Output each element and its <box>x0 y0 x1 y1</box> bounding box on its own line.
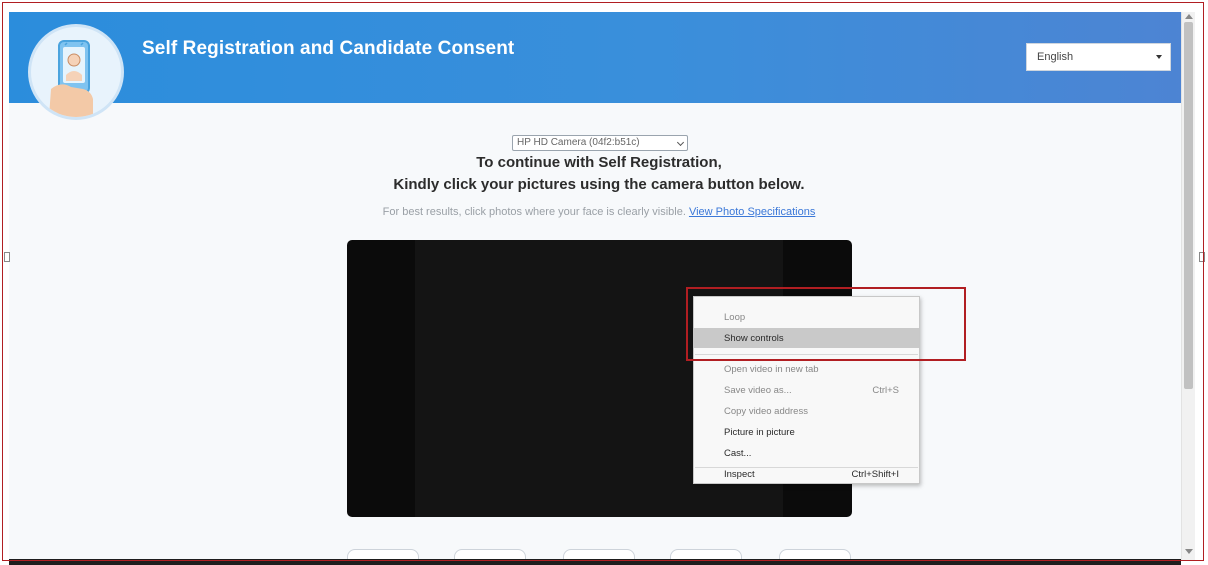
photo-hint: For best results, click photos where you… <box>9 206 1189 218</box>
scroll-down-icon[interactable] <box>1185 549 1193 554</box>
scroll-thumb[interactable] <box>1184 22 1193 389</box>
chevron-down-icon <box>676 138 685 147</box>
menu-divider <box>695 354 918 355</box>
video-context-menu: Loop Show controls Open video in new tab… <box>693 296 920 484</box>
menu-item-inspect[interactable]: Inspect Ctrl+Shift+I <box>694 464 919 484</box>
menu-item-save-video[interactable]: Save video as... Ctrl+S <box>694 380 919 400</box>
vertical-scrollbar[interactable] <box>1181 12 1195 560</box>
taskbar-strip <box>9 559 1181 565</box>
registration-page: Self Registration and Candidate Consent … <box>9 12 1189 560</box>
instruction-line-1: To continue with Self Registration, <box>476 154 722 171</box>
scroll-up-icon[interactable] <box>1185 14 1193 19</box>
instruction-line-2: Kindly click your pictures using the cam… <box>393 176 805 193</box>
caret-down-icon <box>1156 55 1162 59</box>
menu-item-loop[interactable]: Loop <box>694 307 919 327</box>
language-value: English <box>1037 51 1074 63</box>
camera-select[interactable]: HP HD Camera (04f2:b51c) <box>512 135 688 151</box>
page-header: Self Registration and Candidate Consent … <box>9 12 1189 120</box>
menu-item-cast[interactable]: Cast... <box>694 443 919 463</box>
photo-specifications-link[interactable]: View Photo Specifications <box>689 206 815 218</box>
hint-text: For best results, click photos where you… <box>382 206 686 218</box>
resize-handle-left[interactable] <box>4 252 10 262</box>
resize-handle-right[interactable] <box>1199 252 1205 262</box>
selfie-phone-icon <box>28 24 124 120</box>
camera-select-value: HP HD Camera (04f2:b51c) <box>517 137 640 148</box>
menu-item-open-video-new-tab[interactable]: Open video in new tab <box>694 359 919 379</box>
menu-item-picture-in-picture[interactable]: Picture in picture <box>694 422 919 442</box>
menu-item-copy-video-address[interactable]: Copy video address <box>694 401 919 421</box>
page-title: Self Registration and Candidate Consent <box>142 38 515 59</box>
menu-item-show-controls[interactable]: Show controls <box>694 328 919 348</box>
language-select[interactable]: English <box>1026 43 1171 71</box>
